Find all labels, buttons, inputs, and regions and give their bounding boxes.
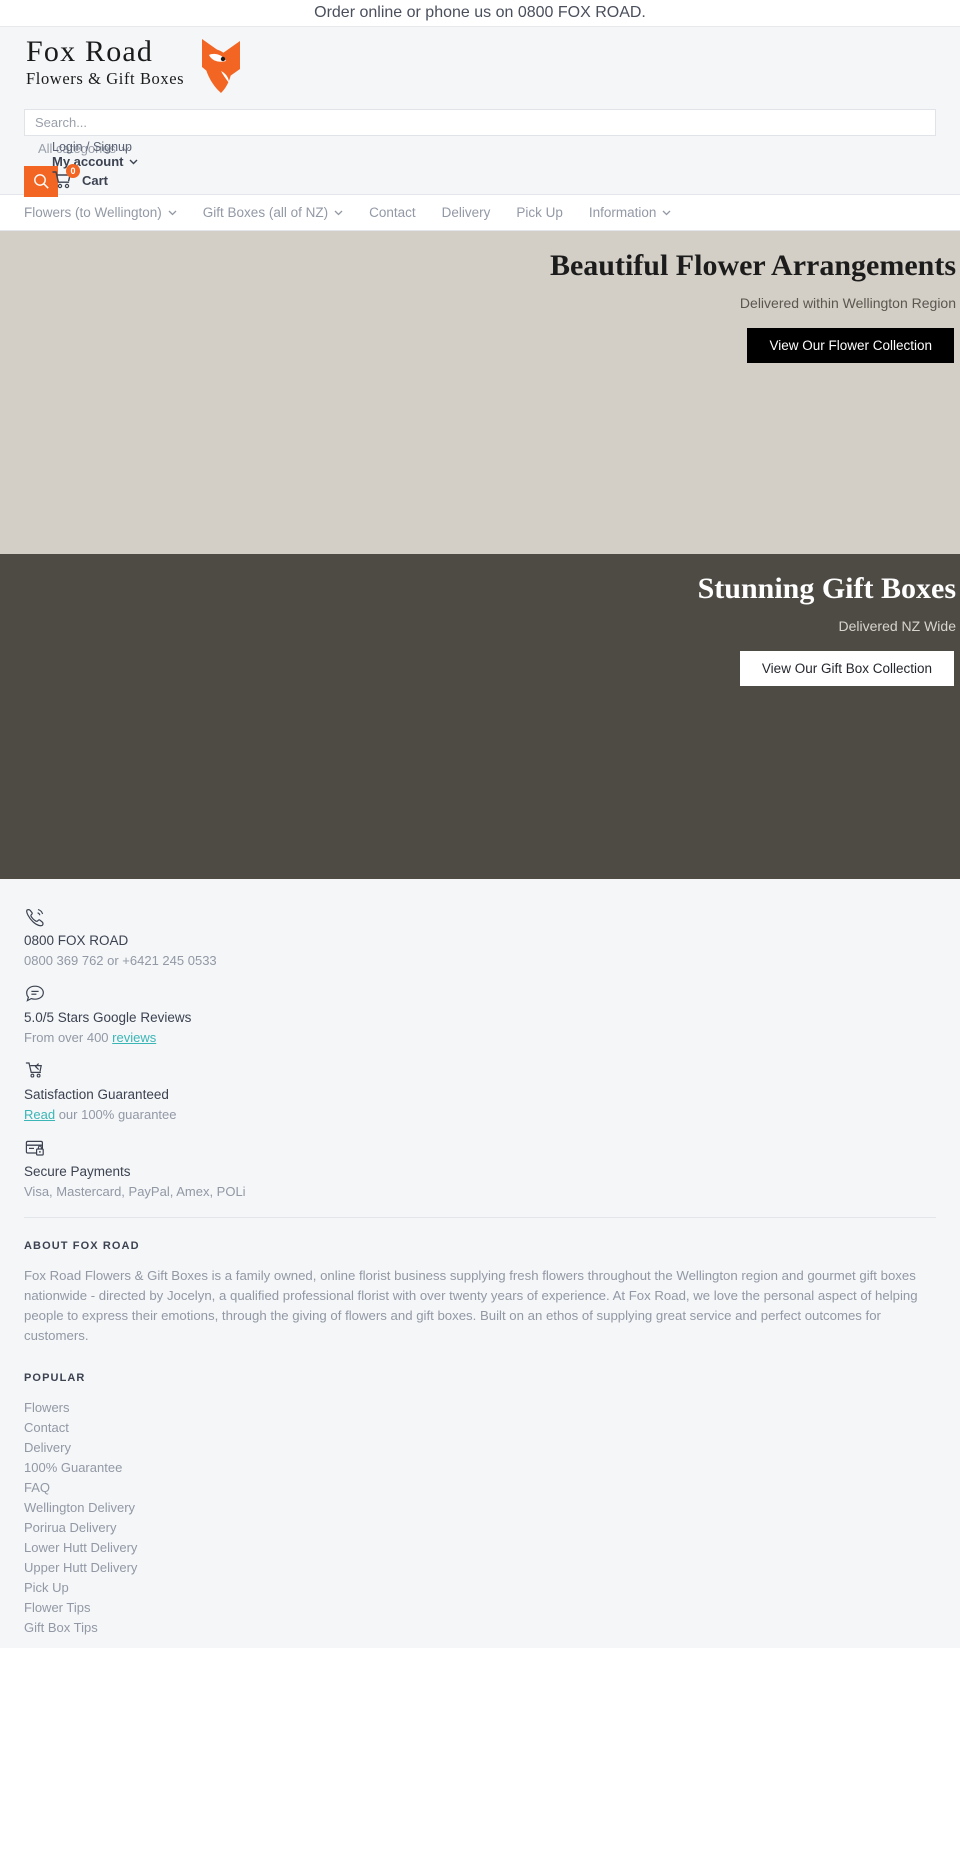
popular-heading: POPULAR bbox=[24, 1372, 86, 1384]
phone-ring-icon bbox=[26, 908, 44, 927]
nav-label: Delivery bbox=[441, 205, 491, 220]
nav-label: Pick Up bbox=[516, 205, 563, 220]
popular-link[interactable]: Flower Tips bbox=[24, 1598, 936, 1618]
fox-head-icon bbox=[202, 39, 240, 93]
badge-subtitle: Read our 100% guarantee bbox=[24, 1107, 936, 1122]
badge-sub-prefix: From over 400 bbox=[24, 1030, 113, 1045]
nav-item-delivery[interactable]: Delivery bbox=[442, 205, 491, 220]
search-icon bbox=[33, 174, 49, 189]
nav-item-gift-boxes[interactable]: Gift Boxes (all of NZ) bbox=[203, 205, 343, 220]
main-navigation: Flowers (to Wellington) Gift Boxes (all … bbox=[0, 195, 960, 231]
chevron-down-icon bbox=[168, 210, 177, 215]
hero-title: Stunning Gift Boxes bbox=[697, 572, 956, 605]
nav-label: Information bbox=[588, 205, 657, 220]
popular-link[interactable]: Flowers bbox=[24, 1398, 936, 1418]
about-paragraph: Fox Road Flowers & Gift Boxes is a famil… bbox=[24, 1268, 918, 1343]
popular-link[interactable]: Wellington Delivery bbox=[24, 1498, 936, 1518]
page-root: Order online or phone us on 0800 FOX ROA… bbox=[0, 0, 960, 1648]
cart-button[interactable]: 0 Cart bbox=[52, 164, 109, 190]
nav-item-information[interactable]: Information bbox=[589, 205, 672, 220]
popular-link[interactable]: Delivery bbox=[24, 1438, 936, 1458]
trust-badges: 0800 FOX ROAD 0800 369 762 or +6421 245 … bbox=[24, 907, 936, 1199]
cart-icon-wrapper: 0 bbox=[52, 164, 80, 190]
hero-subtitle: Delivered NZ Wide bbox=[838, 618, 956, 634]
secure-card-icon bbox=[25, 1140, 44, 1156]
reviews-link[interactable]: reviews bbox=[112, 1030, 156, 1045]
login-signup-label: Login / Signup bbox=[52, 140, 132, 154]
about-section: ABOUT FOX ROAD Fox Road Flowers & Gift B… bbox=[24, 1240, 936, 1346]
chevron-down-icon bbox=[334, 210, 343, 215]
popular-link[interactable]: FAQ bbox=[24, 1478, 936, 1498]
login-signup-link[interactable]: Login / Signup bbox=[52, 140, 132, 154]
chat-bubble-icon bbox=[26, 985, 44, 1002]
popular-link[interactable]: 100% Guarantee bbox=[24, 1458, 936, 1478]
chevron-down-icon bbox=[129, 159, 138, 164]
badge-subtitle: 0800 369 762 or +6421 245 0533 bbox=[24, 953, 936, 968]
badge-guarantee: Satisfaction Guaranteed Read our 100% gu… bbox=[24, 1061, 936, 1122]
badge-title: Secure Payments bbox=[24, 1164, 131, 1179]
search-input[interactable] bbox=[25, 110, 935, 135]
popular-link[interactable]: Porirua Delivery bbox=[24, 1518, 936, 1538]
hero-title: Beautiful Flower Arrangements bbox=[549, 249, 956, 282]
badge-sub-prefix: Visa, Mastercard, PayPal, Amex, POLi bbox=[24, 1184, 246, 1199]
popular-link[interactable]: Lower Hutt Delivery bbox=[24, 1538, 936, 1558]
popular-link[interactable]: Contact bbox=[24, 1418, 936, 1438]
badge-sub-prefix: 0800 369 762 or +6421 245 0533 bbox=[24, 953, 217, 968]
popular-links-list: Flowers Contact Delivery 100% Guarantee … bbox=[24, 1398, 936, 1638]
site-footer: 0800 FOX ROAD 0800 369 762 or +6421 245 … bbox=[0, 879, 960, 1648]
cart-count-badge: 0 bbox=[66, 164, 80, 178]
site-logo[interactable]: Fox Road Flowers & Gift Boxes bbox=[26, 35, 251, 97]
footer-divider bbox=[24, 1217, 936, 1218]
announcement-bar: Order online or phone us on 0800 FOX ROA… bbox=[0, 0, 960, 27]
badge-secure-payments: Secure Payments Visa, Mastercard, PayPal… bbox=[24, 1138, 936, 1199]
badge-title: Satisfaction Guaranteed bbox=[24, 1087, 169, 1102]
site-header: Fox Road Flowers & Gift Boxes All catego… bbox=[0, 27, 960, 197]
my-account-label: My account bbox=[52, 154, 124, 169]
nav-label: Flowers (to Wellington) bbox=[24, 205, 162, 220]
nav-item-pick-up[interactable]: Pick Up bbox=[516, 205, 563, 220]
about-heading: ABOUT FOX ROAD bbox=[24, 1240, 140, 1252]
hero-banner-gift-boxes: Stunning Gift Boxes Delivered NZ Wide Vi… bbox=[0, 554, 960, 879]
badge-subtitle: Visa, Mastercard, PayPal, Amex, POLi bbox=[24, 1184, 936, 1199]
popular-link[interactable]: Gift Box Tips bbox=[24, 1618, 936, 1638]
nav-item-contact[interactable]: Contact bbox=[369, 205, 416, 220]
badge-title: 0800 FOX ROAD bbox=[24, 933, 129, 948]
search-bar[interactable] bbox=[24, 109, 936, 136]
nav-label: Gift Boxes (all of NZ) bbox=[202, 205, 329, 220]
chevron-down-icon bbox=[662, 210, 671, 215]
badge-title: 5.0/5 Stars Google Reviews bbox=[24, 1010, 192, 1025]
badge-sub-suffix: our 100% guarantee bbox=[55, 1107, 177, 1122]
nav-item-flowers[interactable]: Flowers (to Wellington) bbox=[24, 205, 177, 220]
announcement-text: Order online or phone us on 0800 FOX ROA… bbox=[314, 4, 646, 21]
hero-banner-flowers: Beautiful Flower Arrangements Delivered … bbox=[0, 231, 960, 554]
cart-return-icon bbox=[25, 1062, 42, 1078]
cart-label: Cart bbox=[82, 172, 109, 188]
popular-link[interactable]: Pick Up bbox=[24, 1578, 936, 1598]
my-account-menu[interactable]: My account bbox=[52, 154, 138, 169]
nav-label: Contact bbox=[369, 205, 416, 220]
badge-subtitle: From over 400 reviews bbox=[24, 1030, 936, 1045]
view-flower-collection-button[interactable]: View Our Flower Collection bbox=[747, 328, 954, 363]
hero-subtitle: Delivered within Wellington Region bbox=[739, 295, 956, 311]
popular-section: POPULAR Flowers Contact Delivery 100% Gu… bbox=[24, 1372, 936, 1648]
read-guarantee-link[interactable]: Read bbox=[24, 1107, 55, 1122]
badge-reviews: 5.0/5 Stars Google Reviews From over 400… bbox=[24, 984, 936, 1045]
popular-link[interactable]: Upper Hutt Delivery bbox=[24, 1558, 936, 1578]
badge-phone: 0800 FOX ROAD 0800 369 762 or +6421 245 … bbox=[24, 907, 936, 968]
view-gift-box-collection-button[interactable]: View Our Gift Box Collection bbox=[739, 651, 954, 686]
